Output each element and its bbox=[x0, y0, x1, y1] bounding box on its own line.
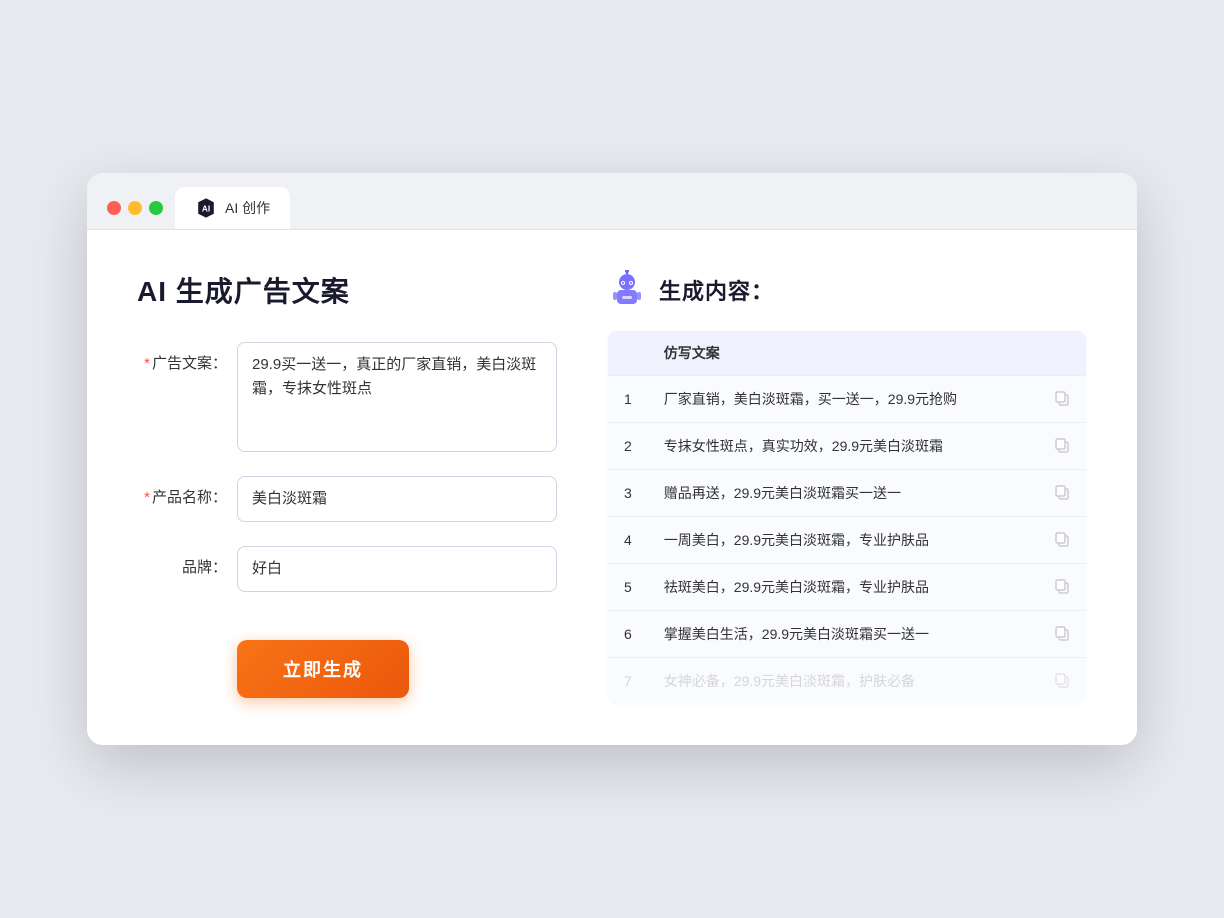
browser-tab[interactable]: AI AI 创作 bbox=[175, 187, 290, 229]
table-row: 5祛斑美白，29.9元美白淡斑霜，专业护肤品 bbox=[608, 564, 1087, 611]
result-table-body: 1厂家直销，美白淡斑霜，买一送一，29.9元抢购 2专抹女性斑点，真实功效，29… bbox=[608, 376, 1087, 705]
minimize-button[interactable] bbox=[128, 201, 142, 215]
row-number: 4 bbox=[608, 517, 648, 564]
traffic-lights bbox=[107, 201, 163, 229]
result-table-head: 仿写文案 bbox=[608, 331, 1087, 376]
row-text: 赠品再送，29.9元美白淡斑霜买一送一 bbox=[648, 470, 1038, 517]
copy-button[interactable] bbox=[1038, 423, 1087, 470]
row-number: 1 bbox=[608, 376, 648, 423]
table-row: 7女神必备，29.9元美白淡斑霜，护肤必备 bbox=[608, 658, 1087, 705]
page-title: AI 生成广告文案 bbox=[137, 270, 557, 310]
browser-content: AI 生成广告文案 *广告文案： *产品名称： 品牌： bbox=[87, 230, 1137, 745]
product-name-label: *产品名称： bbox=[137, 476, 227, 507]
product-name-input[interactable] bbox=[237, 476, 557, 522]
copy-button[interactable] bbox=[1038, 470, 1087, 517]
ai-tab-icon: AI bbox=[195, 197, 217, 219]
left-panel: AI 生成广告文案 *广告文案： *产品名称： 品牌： bbox=[137, 270, 557, 705]
table-row: 6掌握美白生活，29.9元美白淡斑霜买一送一 bbox=[608, 611, 1087, 658]
row-text: 专抹女性斑点，真实功效，29.9元美白淡斑霜 bbox=[648, 423, 1038, 470]
row-number: 3 bbox=[608, 470, 648, 517]
copy-button[interactable] bbox=[1038, 564, 1087, 611]
copy-button[interactable] bbox=[1038, 658, 1087, 705]
row-text: 厂家直销，美白淡斑霜，买一送一，29.9元抢购 bbox=[648, 376, 1038, 423]
copy-button[interactable] bbox=[1038, 517, 1087, 564]
row-text: 祛斑美白，29.9元美白淡斑霜，专业护肤品 bbox=[648, 564, 1038, 611]
product-name-group: *产品名称： bbox=[137, 476, 557, 522]
close-button[interactable] bbox=[107, 201, 121, 215]
robot-icon bbox=[607, 270, 647, 310]
result-header: 生成内容： bbox=[607, 270, 1087, 310]
result-table: 仿写文案 1厂家直销，美白淡斑霜，买一送一，29.9元抢购 2专抹女性斑点，真实… bbox=[607, 330, 1087, 705]
row-text: 女神必备，29.9元美白淡斑霜，护肤必备 bbox=[648, 658, 1038, 705]
table-row: 3赠品再送，29.9元美白淡斑霜买一送一 bbox=[608, 470, 1087, 517]
col-header-text: 仿写文案 bbox=[648, 331, 1038, 376]
tab-label: AI 创作 bbox=[225, 198, 270, 218]
browser-titlebar: AI AI 创作 bbox=[87, 173, 1137, 230]
brand-group: 品牌： bbox=[137, 546, 557, 592]
copy-button[interactable] bbox=[1038, 376, 1087, 423]
table-row: 1厂家直销，美白淡斑霜，买一送一，29.9元抢购 bbox=[608, 376, 1087, 423]
table-row: 4一周美白，29.9元美白淡斑霜，专业护肤品 bbox=[608, 517, 1087, 564]
col-header-num bbox=[608, 331, 648, 376]
ad-copy-group: *广告文案： bbox=[137, 342, 557, 452]
row-number: 2 bbox=[608, 423, 648, 470]
row-number: 7 bbox=[608, 658, 648, 705]
ad-copy-input[interactable] bbox=[237, 342, 557, 452]
row-text: 一周美白，29.9元美白淡斑霜，专业护肤品 bbox=[648, 517, 1038, 564]
browser-window: AI AI 创作 AI 生成广告文案 *广告文案： *产品名称： bbox=[87, 173, 1137, 745]
row-text: 掌握美白生活，29.9元美白淡斑霜买一送一 bbox=[648, 611, 1038, 658]
result-title: 生成内容： bbox=[659, 274, 774, 306]
row-number: 6 bbox=[608, 611, 648, 658]
col-header-copy bbox=[1038, 331, 1087, 376]
row-number: 5 bbox=[608, 564, 648, 611]
brand-label: 品牌： bbox=[137, 546, 227, 577]
product-required-mark: * bbox=[144, 489, 150, 506]
table-row: 2专抹女性斑点，真实功效，29.9元美白淡斑霜 bbox=[608, 423, 1087, 470]
maximize-button[interactable] bbox=[149, 201, 163, 215]
ad-required-mark: * bbox=[144, 355, 150, 372]
right-panel: 生成内容： 仿写文案 1厂家直销，美白淡斑霜，买一送一，29.9元抢购 2专抹女… bbox=[607, 270, 1087, 705]
generate-button[interactable]: 立即生成 bbox=[237, 640, 409, 698]
copy-button[interactable] bbox=[1038, 611, 1087, 658]
brand-input[interactable] bbox=[237, 546, 557, 592]
svg-text:AI: AI bbox=[202, 205, 210, 214]
ad-copy-label: *广告文案： bbox=[137, 342, 227, 373]
